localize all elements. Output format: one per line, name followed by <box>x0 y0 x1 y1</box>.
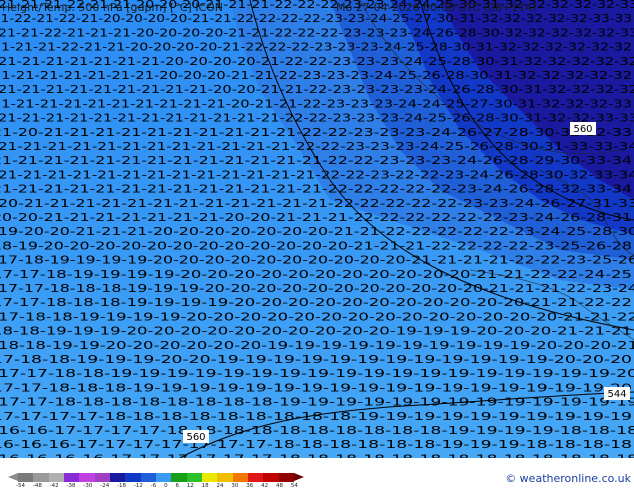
isotherm-row: 21-21-21-21-21-21-21-21-21-21-21-21-22-2… <box>0 112 634 125</box>
isotherm-row: 21-21-21-21-21-21-21-21-21-21-21-21-22-2… <box>0 140 634 153</box>
colorbar-tick: 0 <box>164 483 168 489</box>
colorbar-swatch <box>125 473 141 482</box>
colorbar-swatch <box>263 473 279 482</box>
colorbar-tick: -38 <box>66 483 76 489</box>
colorbar-tick: 36 <box>246 483 254 489</box>
colorbar-low-arrow <box>8 473 18 481</box>
isotherm-row: 21-21-21-21-21-21-21-21-21-21-21-21-21-2… <box>0 154 632 167</box>
weather-map: 21-21-21-22-21-21-20-20-20-21-21-21-22-2… <box>0 0 634 458</box>
colorbar-swatch <box>140 473 156 482</box>
height-label: 560 <box>186 432 205 443</box>
isotherm-row: 18-19-20-20-20-20-20-20-20-20-20-20-20-2… <box>0 239 632 252</box>
colorbar-ticks: -54 -48 -42 -38 -30 -24 -18 -12 -6 0 6 12 18 24 30 36 42… <box>16 483 298 490</box>
colorbar-tick: 54 <box>290 483 298 489</box>
colorbar-tick: -54 <box>16 483 25 489</box>
colorbar-swatch <box>48 473 64 482</box>
isotherm-row: 17-17-18-18-18-18-18-18-18-18-19-19-19-1… <box>0 396 634 409</box>
isotherm-row: 17-17-18-18-19-19-19-19-19-19-19-19-19-1… <box>0 367 634 380</box>
isotherm-row: 17-17-18-18-18-19-19-19-19-19-19-19-19-1… <box>0 381 632 394</box>
colorbar-tick: 48 <box>275 483 283 489</box>
colorbar-tick: 18 <box>201 483 209 489</box>
isotherm-row: 17-18-18-19-19-19-19-20-20-20-20-20-20-2… <box>0 310 634 323</box>
colorbar-tick: -42 <box>49 483 59 489</box>
isotherm-row: 20-20-21-21-21-21-21-21-21-20-20-21-21-2… <box>0 211 632 224</box>
isotherm-row: 21-20-21-21-21-21-21-21-21-21-21-21-22-2… <box>0 126 632 139</box>
isotherm-row: 21-21-21-21-21-21-21-21-21-21-21-21-21-2… <box>0 168 634 181</box>
colorbar-swatch <box>94 473 110 482</box>
isotherm-row: 17-18-18-19-19-19-20-20-19-19-19-19-19-1… <box>0 353 632 366</box>
isotherm-row: 20-21-21-21-21-21-21-21-21-21-21-21-21-2… <box>0 197 634 210</box>
colorbar-swatch <box>278 473 294 482</box>
colorbar-tick: 6 <box>175 483 179 489</box>
colorbar-high-arrow <box>294 473 304 481</box>
colorbar-swatch <box>155 473 172 482</box>
isotherm-row: 19-20-20-21-21-21-20-20-20-20-20-20-20-2… <box>0 225 634 238</box>
colorbar-tick: -48 <box>32 483 42 489</box>
isotherm-row: 17-17-18-18-18-19-19-19-20-20-20-20-20-2… <box>0 282 634 295</box>
colorbar-tick: -6 <box>150 483 157 489</box>
isotherm-row: 17-17-18-18-18-19-19-19-19-20-20-20-20-2… <box>0 296 632 309</box>
colorbar-tick: -18 <box>117 483 127 489</box>
isotherm-row: 21-22-21-22-21-20-20-20-20-21-21-22-22-2… <box>0 12 632 25</box>
colorbar-tick: 42 <box>261 483 269 489</box>
colorbar-tick: -30 <box>83 483 93 489</box>
isotherm-row: 17-18-19-19-19-19-20-20-20-20-20-20-20-2… <box>0 254 634 267</box>
isotherm-row: 18-18-19-19-20-20-20-20-20-20-19-19-19-1… <box>0 339 634 352</box>
colorbar-swatch <box>109 473 126 482</box>
colorbar-tick: 30 <box>231 483 239 489</box>
colorbar-swatch <box>63 473 80 482</box>
colorbar-swatch <box>247 473 264 482</box>
isotherm-row: 17-17-17-17-18-18-18-18-18-18-18-18-18-1… <box>0 410 632 423</box>
site-credit[interactable]: © weatheronline.co.uk <box>505 472 631 485</box>
isotherm-row: 21-21-21-21-21-21-21-21-21-21-20-21-21-2… <box>0 97 632 110</box>
colorbar-swatch <box>232 473 248 482</box>
height-label: 560 <box>573 124 592 135</box>
colorbar-tick: -24 <box>100 483 110 489</box>
colorbar-swatch <box>18 473 34 482</box>
colorbar-tick: 24 <box>216 483 224 489</box>
map-date: Mo 27-04-2026 00:00 UTC (06+114) <box>336 1 537 14</box>
isotherm-row: 21-21-21-22-21-21-20-20-20-20-21-22-22-2… <box>0 41 632 54</box>
isotherm-labels: 21-21-21-22-21-21-20-20-20-21-21-21-22-2… <box>0 0 634 458</box>
isotherm-row: 21-21-21-21-21-21-21-20-20-20-21-21-22-2… <box>0 69 632 82</box>
colorbar-swatch <box>186 473 202 482</box>
map-title: Height/Temp. 500 hPa [gdpm] [°C] ICON <box>2 1 224 14</box>
colorbar-swatch <box>171 473 187 482</box>
isotherm-row: 16-16-17-17-17-17-18-18-18-18-18-18-18-1… <box>0 424 634 437</box>
colorbar-swatch <box>33 473 49 482</box>
isotherm-row: 21-21-21-21-21-21-21-20-20-20-20-21-22-2… <box>0 55 634 68</box>
isotherm-row: 18-18-19-19-19-20-20-20-20-20-20-20-20-2… <box>0 325 632 338</box>
colorbar-tick: -12 <box>133 483 143 489</box>
isotherm-row: 21-21-21-21-21-21-21-21-21-21-21-21-21-2… <box>0 183 632 196</box>
isotherm-row: 21-21-22-21-21-21-20-20-20-20-21-21-22-2… <box>0 26 634 39</box>
colorbar-tick: 12 <box>186 483 194 489</box>
colorbar <box>18 473 294 482</box>
isotherm-row: 17-17-18-19-19-19-19-20-20-20-20-20-20-2… <box>0 268 632 281</box>
colorbar-swatch <box>79 473 95 482</box>
colorbar-swatch <box>217 473 233 482</box>
height-label: 544 <box>607 389 626 400</box>
isotherm-row: 16-16-16-17-17-17-17-17-17-17-18-18-18-1… <box>0 438 632 451</box>
colorbar-swatch <box>201 473 218 482</box>
isotherm-row: 21-21-21-21-21-21-21-21-21-20-20-21-21-2… <box>0 83 634 96</box>
